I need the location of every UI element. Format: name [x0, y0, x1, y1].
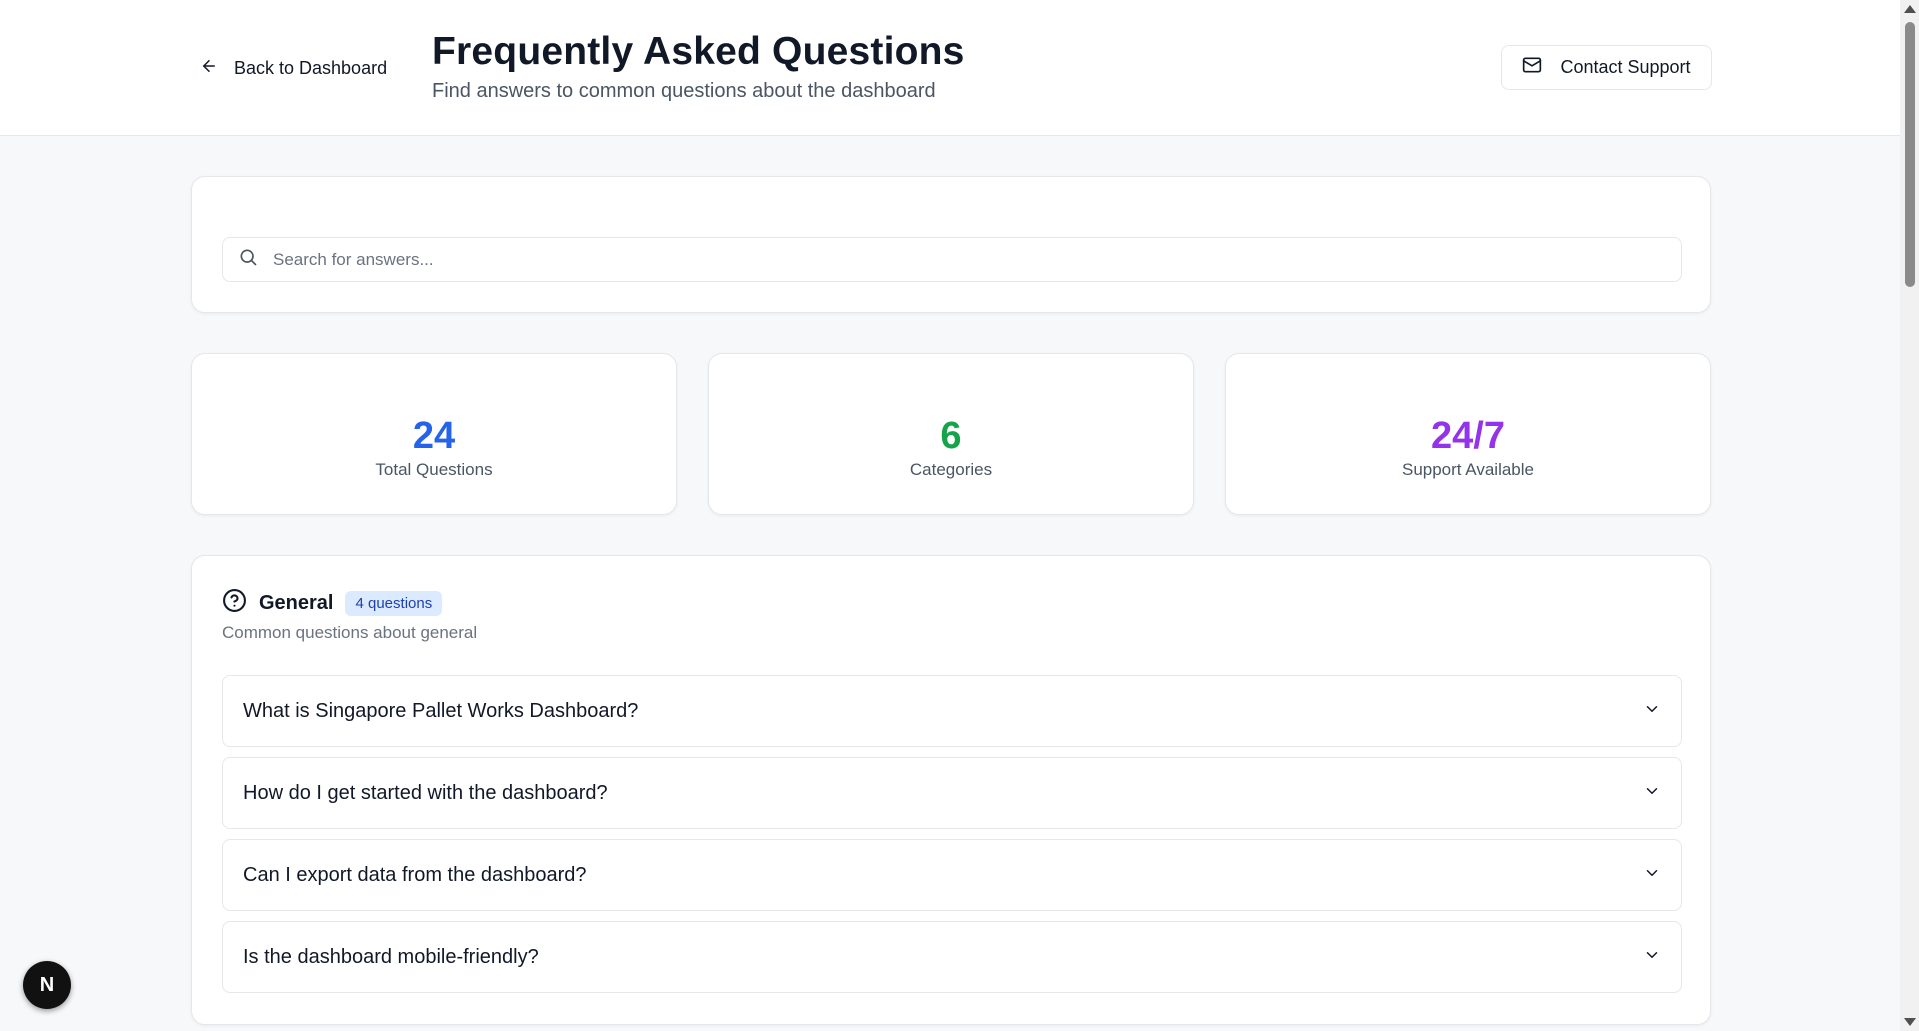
stat-value: 24/7: [1431, 415, 1505, 457]
search-card: [191, 176, 1711, 313]
category-description: Common questions about general: [222, 623, 478, 642]
category-header: General 4 questions: [222, 588, 443, 618]
faq-item[interactable]: Can I export data from the dashboard?: [222, 839, 1682, 911]
category-title: General: [259, 591, 334, 614]
faq-item[interactable]: What is Singapore Pallet Works Dashboard…: [222, 675, 1682, 747]
vertical-scrollbar[interactable]: [1900, 0, 1919, 1031]
stat-label: Support Available: [1401, 460, 1534, 479]
scroll-up-arrow-icon[interactable]: [1904, 5, 1916, 13]
faq-question: What is Singapore Pallet Works Dashboard…: [243, 699, 639, 722]
page-header: Back to Dashboard Frequently Asked Quest…: [0, 0, 1900, 136]
faq-question: Can I export data from the dashboard?: [243, 863, 587, 886]
search-input[interactable]: [273, 238, 1681, 281]
stat-label: Categories: [909, 460, 993, 479]
faq-item[interactable]: Is the dashboard mobile-friendly?: [222, 921, 1682, 993]
stat-card-categories: 6 Categories: [708, 353, 1194, 515]
chevron-down-icon: [1643, 864, 1661, 887]
faq-question: How do I get started with the dashboard?: [243, 781, 608, 804]
stat-label: Total Questions: [375, 460, 493, 479]
scroll-thumb[interactable]: [1905, 22, 1915, 287]
contact-button-label: Contact Support: [1560, 57, 1691, 77]
help-circle-icon: [222, 588, 247, 618]
scroll-down-arrow-icon[interactable]: [1904, 1018, 1916, 1026]
back-button-label: Back to Dashboard: [234, 57, 388, 78]
title-block: Frequently Asked Questions Find answers …: [432, 28, 965, 103]
back-to-dashboard-button[interactable]: Back to Dashboard: [200, 54, 387, 82]
stat-value: 6: [940, 415, 962, 457]
faq-category-general: General 4 questions Common questions abo…: [191, 555, 1711, 1025]
faq-list: What is Singapore Pallet Works Dashboard…: [222, 675, 1682, 1003]
stat-value: 24: [412, 415, 456, 457]
chevron-down-icon: [1643, 700, 1661, 723]
stat-card-total-questions: 24 Total Questions: [191, 353, 677, 515]
search-box[interactable]: [222, 237, 1682, 282]
contact-support-button[interactable]: Contact Support: [1501, 45, 1712, 90]
search-icon: [223, 247, 258, 272]
page-title: Frequently Asked Questions: [432, 30, 965, 73]
faq-item[interactable]: How do I get started with the dashboard?: [222, 757, 1682, 829]
mail-icon: [1522, 55, 1542, 80]
dev-tools-badge[interactable]: N: [23, 961, 71, 1009]
faq-question: Is the dashboard mobile-friendly?: [243, 945, 539, 968]
chevron-down-icon: [1643, 946, 1661, 969]
page-subtitle: Find answers to common questions about t…: [432, 80, 936, 102]
stat-card-support: 24/7 Support Available: [1225, 353, 1711, 515]
arrow-left-icon: [200, 57, 218, 80]
chevron-down-icon: [1643, 782, 1661, 805]
question-count-badge: 4 questions: [345, 590, 443, 616]
